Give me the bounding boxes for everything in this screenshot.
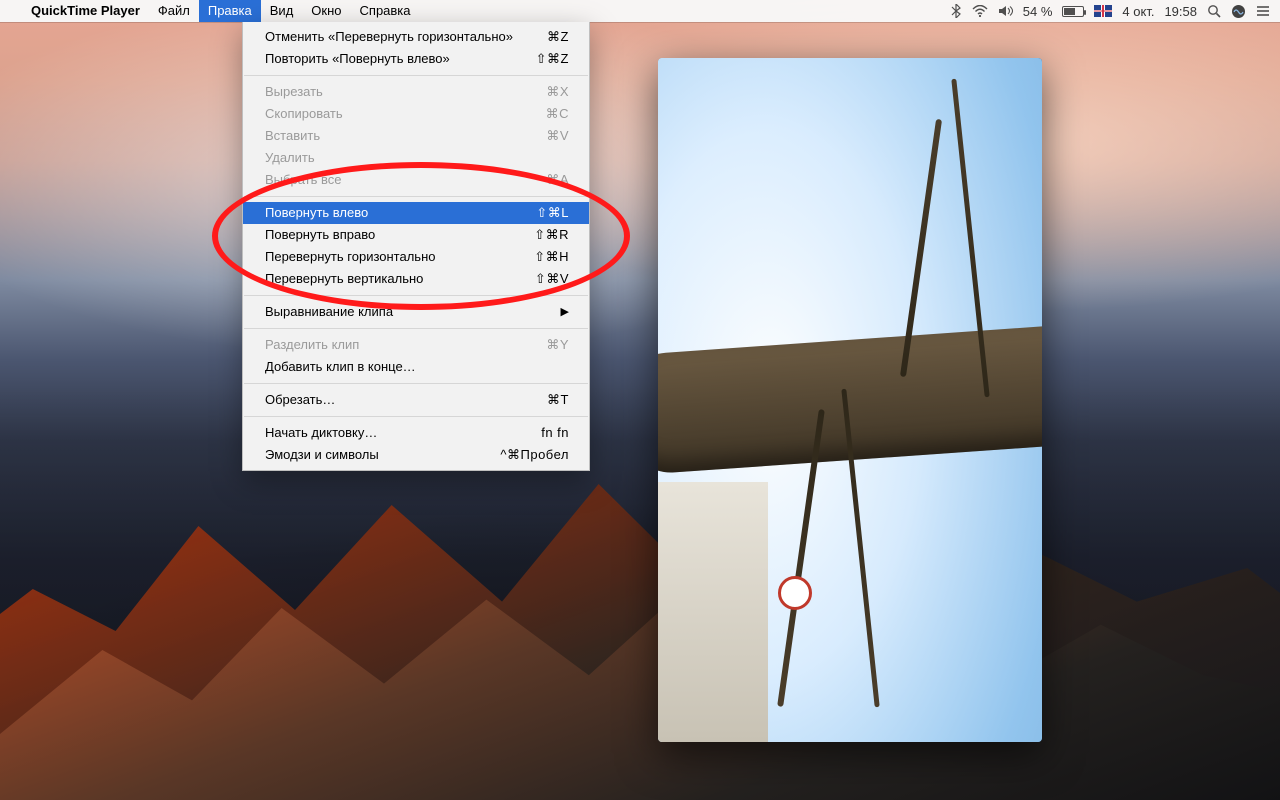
menu-separator <box>244 75 588 76</box>
menu-item-label: Вырезать <box>265 83 323 101</box>
menu-item[interactable]: Повторить «Повернуть влево» ⇧⌘Z <box>243 48 589 70</box>
notification-center-icon[interactable] <box>1256 5 1270 17</box>
menubar-date[interactable]: 4 окт. <box>1122 4 1154 19</box>
menu-file[interactable]: Файл <box>149 0 199 22</box>
wifi-icon[interactable] <box>972 5 988 17</box>
menu-separator <box>244 328 588 329</box>
menu-item[interactable]: Повернуть вправо ⇧⌘R <box>243 224 589 246</box>
menu-item: Вставить ⌘V <box>243 125 589 147</box>
menu-item-label: Вставить <box>265 127 320 145</box>
menu-item: Разделить клип ⌘Y <box>243 334 589 356</box>
menu-item[interactable]: Повернуть влево ⇧⌘L <box>243 202 589 224</box>
app-name[interactable]: QuickTime Player <box>22 0 149 22</box>
volume-icon[interactable] <box>998 5 1013 17</box>
menu-item-shortcut: ⌘X <box>546 83 569 101</box>
menu-item: Выбрать все ⌘A <box>243 169 589 191</box>
desktop-wallpaper <box>0 0 1280 800</box>
menu-item[interactable]: Эмодзи и символы ^⌘Пробел <box>243 444 589 466</box>
menu-item-shortcut: ⌘Y <box>546 336 569 354</box>
battery-icon[interactable] <box>1062 6 1084 17</box>
menu-item-label: Повторить «Повернуть влево» <box>265 50 450 68</box>
menu-item-label: Отменить «Перевернуть горизонтально» <box>265 28 513 46</box>
menu-item-label: Обрезать… <box>265 391 335 409</box>
submenu-arrow-icon: ▶ <box>561 303 569 321</box>
menu-item-shortcut: ^⌘Пробел <box>500 446 569 464</box>
siri-icon[interactable] <box>1231 4 1246 19</box>
menu-item-shortcut: fn fn <box>541 424 569 442</box>
menu-edit[interactable]: Правка <box>199 0 261 22</box>
menu-item-label: Удалить <box>265 149 315 167</box>
menu-item-label: Добавить клип в конце… <box>265 358 416 376</box>
menu-item[interactable]: Обрезать… ⌘T <box>243 389 589 411</box>
menu-item[interactable]: Перевернуть вертикально ⇧⌘V <box>243 268 589 290</box>
menu-item-shortcut: ⇧⌘H <box>534 248 569 266</box>
menu-item-shortcut: ⇧⌘Z <box>536 50 569 68</box>
menu-item-label: Начать диктовку… <box>265 424 377 442</box>
edit-menu-dropdown: Отменить «Перевернуть горизонтально» ⌘Z По… <box>242 22 590 471</box>
menu-item-label: Выбрать все <box>265 171 341 189</box>
menu-window[interactable]: Окно <box>302 0 350 22</box>
menu-view[interactable]: Вид <box>261 0 303 22</box>
menu-item-label: Разделить клип <box>265 336 359 354</box>
spotlight-icon[interactable] <box>1207 4 1221 18</box>
menu-help[interactable]: Справка <box>351 0 420 22</box>
menu-item-label: Повернуть вправо <box>265 226 375 244</box>
video-window[interactable] <box>658 58 1042 742</box>
menubar-time[interactable]: 19:58 <box>1164 4 1197 19</box>
menu-item-shortcut: ⌘C <box>546 105 569 123</box>
menu-item-shortcut: ⇧⌘L <box>536 204 569 222</box>
menu-item[interactable]: Перевернуть горизонтально ⇧⌘H <box>243 246 589 268</box>
menu-item[interactable]: Отменить «Перевернуть горизонтально» ⌘Z <box>243 26 589 48</box>
menu-separator <box>244 383 588 384</box>
menu-item: Вырезать ⌘X <box>243 81 589 103</box>
menu-item[interactable]: Начать диктовку… fn fn <box>243 422 589 444</box>
menu-item-label: Эмодзи и символы <box>265 446 379 464</box>
menu-item-shortcut: ⌘Z <box>547 28 569 46</box>
menu-item-shortcut: ⇧⌘V <box>535 270 569 288</box>
menu-separator <box>244 196 588 197</box>
menu-item-shortcut: ⌘V <box>546 127 569 145</box>
bluetooth-icon[interactable] <box>950 4 962 18</box>
menu-item[interactable]: Добавить клип в конце… <box>243 356 589 378</box>
menu-separator <box>244 416 588 417</box>
battery-percent[interactable]: 54 % <box>1023 4 1053 19</box>
menu-item: Скопировать ⌘C <box>243 103 589 125</box>
menu-item-label: Скопировать <box>265 105 343 123</box>
menu-item-label: Повернуть влево <box>265 204 368 222</box>
menu-bar: QuickTime Player Файл Правка Вид Окно Сп… <box>0 0 1280 22</box>
menu-item[interactable]: Выравнивание клипа ▶ <box>243 301 589 323</box>
menu-item-label: Перевернуть горизонтально <box>265 248 435 266</box>
menu-separator <box>244 295 588 296</box>
menu-item-shortcut: ⌘T <box>547 391 569 409</box>
menu-item: Удалить <box>243 147 589 169</box>
input-flag-icon[interactable] <box>1094 5 1112 17</box>
menu-item-shortcut: ⇧⌘R <box>534 226 569 244</box>
menu-item-label: Перевернуть вертикально <box>265 270 423 288</box>
menu-item-label: Выравнивание клипа <box>265 303 393 321</box>
menu-item-shortcut: ⌘A <box>546 171 569 189</box>
